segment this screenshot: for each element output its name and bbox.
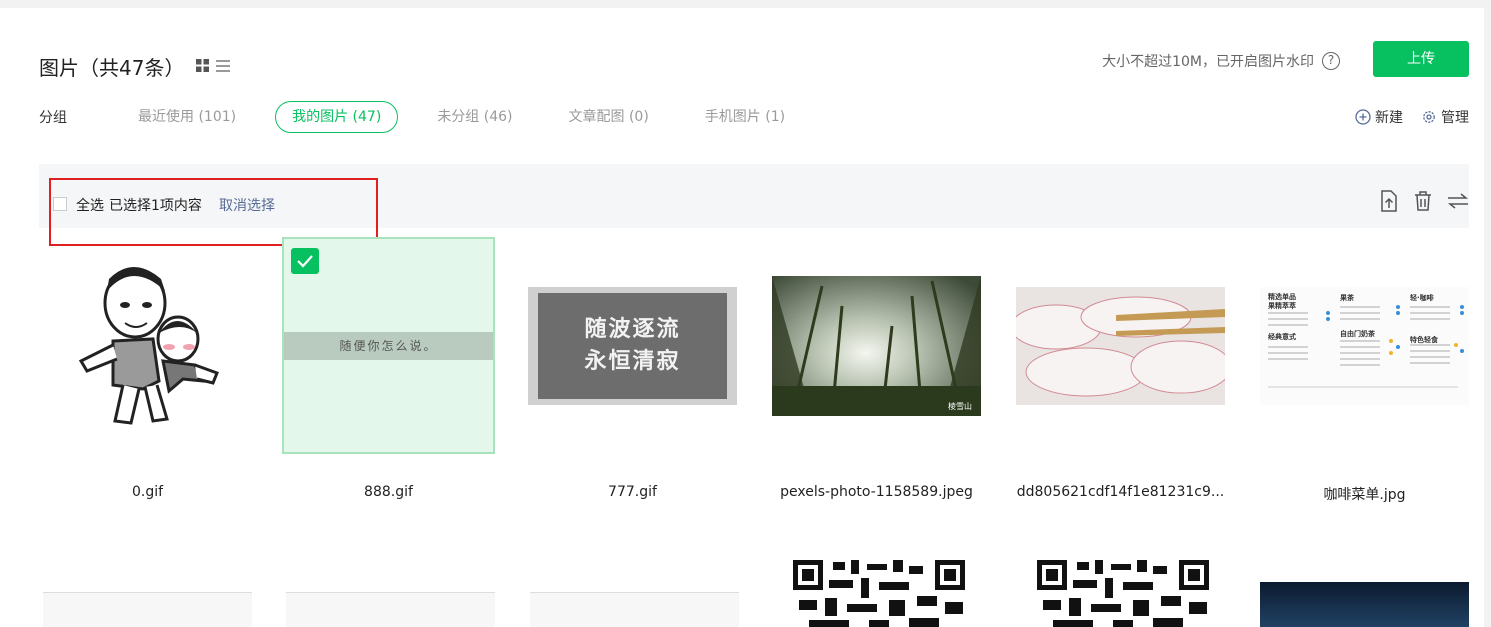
image-thumbnail[interactable] [1014, 237, 1227, 454]
file-name: 777.gif [608, 484, 657, 500]
coffee-menu-image [530, 592, 739, 627]
qr-code-image [1036, 560, 1209, 627]
tab-article-images[interactable]: 文章配图 (0) [552, 101, 666, 133]
image-thumbnail[interactable] [1016, 555, 1229, 627]
file-name: 0.gif [131, 484, 164, 500]
upload-button[interactable]: 上传 [1373, 41, 1469, 77]
image-thumbnail[interactable] [1258, 555, 1471, 627]
qr-code-image [792, 560, 965, 627]
group-label: 分组 [39, 110, 67, 126]
group-actions: 新建 管理 [1355, 107, 1469, 127]
upload-note: 大小不超过10M，已开启图片水印 ? [1102, 51, 1340, 71]
text-art-image: 随波逐流 永恒清寂 [528, 286, 737, 405]
image-thumbnail[interactable] [41, 237, 254, 454]
page-title: 图片（共47条） [39, 55, 185, 80]
tab-ungrouped[interactable]: 未分组 (46) [420, 101, 529, 133]
plus-circle-icon [1355, 109, 1371, 125]
image-thumbnail[interactable]: 随波逐流 永恒清寂 [526, 237, 739, 454]
manage-button[interactable]: 管理 [1421, 107, 1469, 127]
image-thumbnail[interactable]: 精选单品 果精萃萃 果茶 轻·咖啡 经典意式 自由门奶茶 特色轻食 [1258, 237, 1471, 454]
art-line-2: 永恒清寂 [584, 348, 681, 374]
tab-my-images[interactable]: 我的图片 (47) [275, 101, 399, 133]
tab-phone-images[interactable]: 手机图片 (1) [688, 101, 802, 133]
new-group-label: 新建 [1375, 110, 1403, 126]
image-thumbnail[interactable]: 棱雪山 [770, 237, 983, 454]
swap-icon[interactable] [1447, 190, 1469, 212]
image-thumbnail[interactable] [284, 555, 497, 627]
image-thumbnail[interactable] [772, 555, 985, 627]
grid-view-icon[interactable] [196, 57, 210, 76]
new-group-button[interactable]: 新建 [1355, 107, 1403, 127]
file-name: pexels-photo-1158589.jpeg [780, 484, 973, 500]
coffee-menu-image [286, 592, 495, 627]
text-gif-preview: 随便你怎么说。 [284, 331, 493, 360]
wheat-photo: 棱雪山 [772, 275, 981, 416]
photo-watermark: 棱雪山 [948, 401, 972, 411]
title-row: 图片（共47条） [39, 46, 231, 86]
selected-check-icon[interactable] [291, 248, 319, 274]
upload-limit-text: 大小不超过10M，已开启图片水印 [1102, 54, 1314, 70]
toolbar-actions [1379, 190, 1469, 212]
art-line-1: 随波逐流 [584, 316, 681, 342]
tab-recent[interactable]: 最近使用 (101) [121, 101, 253, 133]
trash-icon[interactable] [1413, 190, 1433, 212]
night-sky-image [1260, 582, 1469, 627]
group-row: 分组 最近使用 (101) 我的图片 (47) 未分组 (46) 文章配图 (0… [39, 101, 1469, 133]
image-thumbnail[interactable]: 随便你怎么说。 [282, 237, 495, 454]
gear-icon [1423, 111, 1435, 123]
list-view-icon[interactable] [216, 57, 231, 76]
file-name: 888.gif [364, 484, 413, 500]
image-thumbnail[interactable] [41, 555, 254, 627]
highlight-box [49, 178, 378, 246]
help-icon[interactable]: ? [1322, 52, 1340, 70]
file-name: 咖啡菜单.jpg [1323, 487, 1406, 503]
image-thumbnail[interactable] [528, 555, 741, 627]
move-to-group-icon[interactable] [1379, 190, 1399, 212]
manage-label: 管理 [1441, 110, 1469, 126]
coffee-menu-image [43, 592, 252, 627]
coffee-menu-image: 精选单品 果精萃萃 果茶 轻·咖啡 经典意式 自由门奶茶 特色轻食 [1260, 286, 1469, 405]
cartoon-image [78, 266, 219, 425]
fish-slices-photo [1016, 286, 1225, 405]
file-name: dd805621cdf14f1e81231c9... [1016, 484, 1225, 500]
